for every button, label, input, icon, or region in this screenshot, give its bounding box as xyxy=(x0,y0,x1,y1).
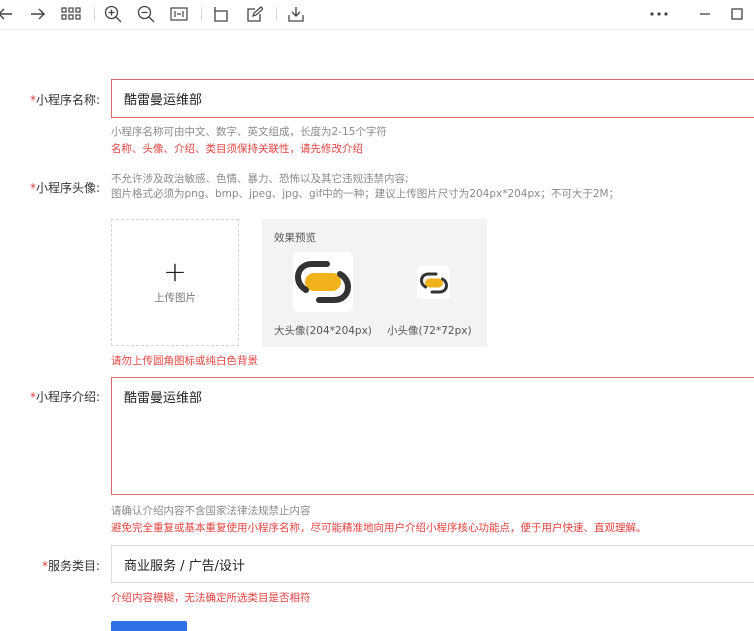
name-label-text: 小程序名称: xyxy=(35,93,100,107)
name-label: *小程序名称: xyxy=(0,91,100,108)
minimize-icon[interactable] xyxy=(694,4,716,24)
name-error: 名称、头像、介绍、类目须保持关联性，请先修改介绍 xyxy=(111,143,363,155)
edit-icon[interactable] xyxy=(244,4,266,24)
rotate-icon[interactable] xyxy=(210,4,232,24)
name-input[interactable]: 酷雷曼运维部 xyxy=(111,79,754,118)
small-avatar-preview xyxy=(417,266,450,299)
category-error: 介绍内容模糊，无法确定所选类目是否相符 xyxy=(111,592,311,604)
toolbar-divider xyxy=(201,7,202,21)
avatar-label: *小程序头像: xyxy=(0,179,100,196)
large-avatar-caption: 大头像(204*204px) xyxy=(274,325,372,337)
name-input-value: 酷雷曼运维部 xyxy=(124,93,203,108)
preview-title: 效果预览 xyxy=(274,232,316,244)
viewer-toolbar xyxy=(0,0,754,30)
zoom-out-icon[interactable] xyxy=(135,4,157,24)
category-select[interactable]: 商业服务 / 广告/设计 xyxy=(111,545,754,583)
upload-label: 上传图片 xyxy=(154,292,196,304)
fit-width-icon[interactable] xyxy=(168,4,190,24)
upload-image-button[interactable]: + 上传图片 xyxy=(111,219,239,346)
submit-button[interactable] xyxy=(111,621,187,631)
arrow-left-icon[interactable] xyxy=(0,4,16,24)
more-icon[interactable] xyxy=(648,4,670,24)
category-label: *服务类目: xyxy=(0,557,100,574)
download-icon[interactable] xyxy=(285,4,307,24)
grid-icon[interactable] xyxy=(60,4,82,24)
avatar-error: 请勿上传圆角图标或纯白色背景 xyxy=(111,355,258,367)
intro-hint: 请确认介绍内容不含国家法律法规禁止内容 xyxy=(111,505,311,517)
logo-icon xyxy=(419,272,448,293)
arrow-right-icon[interactable] xyxy=(27,4,49,24)
logo-icon xyxy=(295,261,351,303)
intro-textarea[interactable]: 酷雷曼运维部 xyxy=(111,377,754,495)
toolbar-divider xyxy=(276,7,277,21)
small-avatar-caption: 小头像(72*72px) xyxy=(387,325,472,337)
avatar-hint-line1: 不允许涉及政治敏感、色情、暴力、恐怖以及其它违规违禁内容; xyxy=(111,173,409,185)
intro-label: *小程序介绍: xyxy=(0,388,100,405)
maximize-icon[interactable] xyxy=(726,4,748,24)
avatar-hint-line2: 图片格式必须为png、bmp、jpeg、jpg、gif中的一种；建议上传图片尺寸… xyxy=(111,188,620,200)
zoom-in-icon[interactable] xyxy=(102,4,124,24)
large-avatar-preview xyxy=(293,252,353,312)
plus-icon: + xyxy=(163,255,187,288)
category-value: 商业服务 / 广告/设计 xyxy=(124,558,246,574)
intro-error: 避免完全重复或基本重复使用小程序名称，尽可能精准地向用户介绍小程序核心功能点，便… xyxy=(111,522,647,534)
toolbar-divider xyxy=(94,7,95,21)
name-hint: 小程序名称可由中文、数字、英文组成，长度为2-15个字符 xyxy=(111,126,387,138)
category-label-text: 服务类目: xyxy=(47,559,100,573)
avatar-label-text: 小程序头像: xyxy=(35,181,100,195)
avatar-preview-panel: 效果预览 大头像(204*204px) 小头像(72*72px) xyxy=(262,219,487,347)
intro-label-text: 小程序介绍: xyxy=(35,390,100,404)
